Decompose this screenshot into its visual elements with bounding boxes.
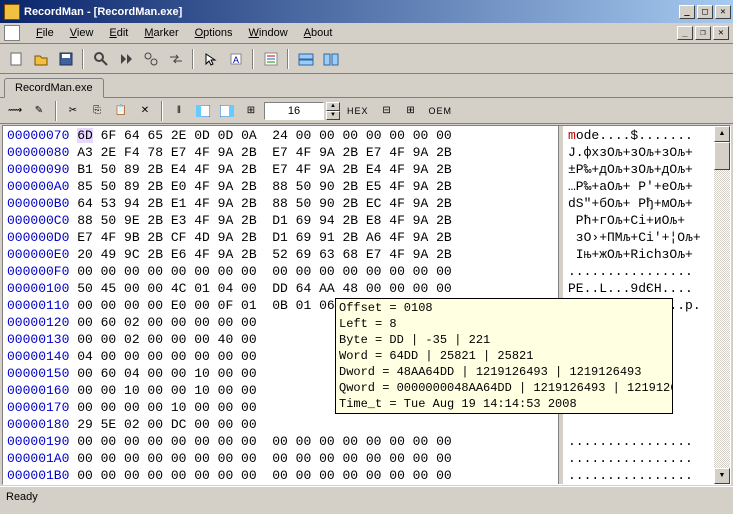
tooltip-time: Time_t = Tue Aug 19 14:14:53 2008	[339, 397, 577, 411]
menu-options[interactable]: Options	[187, 25, 241, 41]
hex-mode-label[interactable]: HEX	[342, 106, 374, 116]
tooltip-byte: Byte = DD | -35 | 221	[339, 333, 490, 347]
svg-text:A: A	[232, 55, 238, 65]
hex-editor-area: 00000070 6D 6F 64 65 2E 0D 0D 0A 24 00 0…	[2, 125, 731, 485]
tile-horizontal-button[interactable]	[294, 48, 317, 70]
copy-button[interactable]: ⎘	[86, 101, 108, 121]
window-title: RecordMan - [RecordMan.exe]	[24, 6, 182, 18]
mdi-minimize-button[interactable]: _	[677, 26, 693, 40]
inspector-tooltip: Offset = 0108 Left = 8 Byte = DD | -35 |…	[335, 298, 673, 414]
toolbar-separator	[82, 49, 84, 69]
info-button[interactable]: A	[224, 48, 247, 70]
toolbar-separator	[55, 101, 57, 121]
toolbar-separator	[287, 49, 289, 69]
find-multiple-button[interactable]	[139, 48, 162, 70]
tooltip-qword: Qword = 0000000048AA64DD | 1219126493 | …	[339, 381, 673, 395]
open-button[interactable]	[29, 48, 52, 70]
char-grid-button[interactable]: ⊞	[400, 101, 422, 121]
column-count-input[interactable]	[264, 102, 324, 120]
status-text: Ready	[6, 491, 38, 503]
sub-toolbar: ⟿ ✎ ✂ ⎘ 📋 ✕ ‖ ⊞ ▲▼ HEX ⊟ ⊞ OEM	[0, 98, 733, 124]
main-toolbar: A	[0, 44, 733, 74]
menu-file[interactable]: File	[28, 25, 62, 41]
link-button[interactable]: ⟿	[4, 101, 26, 121]
panel-left-button[interactable]	[192, 101, 214, 121]
options-button[interactable]	[259, 48, 282, 70]
menu-window[interactable]: Window	[241, 25, 296, 41]
grid-view-button[interactable]: ⊞	[240, 101, 262, 121]
toolbar-separator	[161, 101, 163, 121]
panel-right-button[interactable]	[216, 101, 238, 121]
paste-button[interactable]: 📋	[110, 101, 132, 121]
scroll-track[interactable]	[714, 170, 730, 468]
mode-toggle-button[interactable]: ⊟	[376, 101, 398, 121]
mdi-close-button[interactable]: ✕	[713, 26, 729, 40]
tooltip-word: Word = 64DD | 25821 | 25821	[339, 349, 533, 363]
menu-bar: File View Edit Marker Options Window Abo…	[0, 23, 733, 44]
toolbar-separator	[192, 49, 194, 69]
scroll-down-button[interactable]: ▼	[714, 468, 730, 484]
mdi-system-icon[interactable]	[4, 25, 20, 41]
cursor-tool-button[interactable]	[199, 48, 222, 70]
app-icon	[4, 4, 20, 20]
tooltip-offset: Offset = 0108	[339, 301, 433, 315]
menu-marker[interactable]: Marker	[136, 25, 186, 41]
column-spinner[interactable]: ▲▼	[326, 102, 340, 120]
maximize-button[interactable]: □	[697, 5, 713, 19]
file-tab[interactable]: RecordMan.exe	[4, 78, 104, 98]
bar-view-button[interactable]: ‖	[168, 101, 190, 121]
new-button[interactable]	[4, 48, 27, 70]
vertical-scrollbar[interactable]: ▲ ▼	[714, 126, 730, 484]
scroll-thumb[interactable]	[714, 142, 730, 170]
minimize-button[interactable]: _	[679, 5, 695, 19]
menu-edit[interactable]: Edit	[101, 25, 136, 41]
status-bar: Ready	[0, 486, 733, 506]
mdi-restore-button[interactable]: ❐	[695, 26, 711, 40]
close-button[interactable]: ✕	[715, 5, 731, 19]
edit-mode-button[interactable]: ✎	[28, 101, 50, 121]
scroll-up-button[interactable]: ▲	[714, 126, 730, 142]
tooltip-left: Left = 8	[339, 317, 397, 331]
menu-view[interactable]: View	[62, 25, 102, 41]
find-button[interactable]	[89, 48, 112, 70]
cut-button[interactable]: ✂	[62, 101, 84, 121]
tooltip-dword: Dword = 48AA64DD | 1219126493 | 12191264…	[339, 365, 641, 379]
tile-vertical-button[interactable]	[319, 48, 342, 70]
toolbar-separator	[252, 49, 254, 69]
oem-mode-label[interactable]: OEM	[424, 106, 458, 116]
delete-button[interactable]: ✕	[134, 101, 156, 121]
tab-bar: RecordMan.exe	[0, 74, 733, 98]
title-bar: RecordMan - [RecordMan.exe] _ □ ✕	[0, 0, 733, 23]
save-button[interactable]	[54, 48, 77, 70]
find-next-button[interactable]	[114, 48, 137, 70]
replace-button[interactable]	[164, 48, 187, 70]
menu-about[interactable]: About	[296, 25, 341, 41]
